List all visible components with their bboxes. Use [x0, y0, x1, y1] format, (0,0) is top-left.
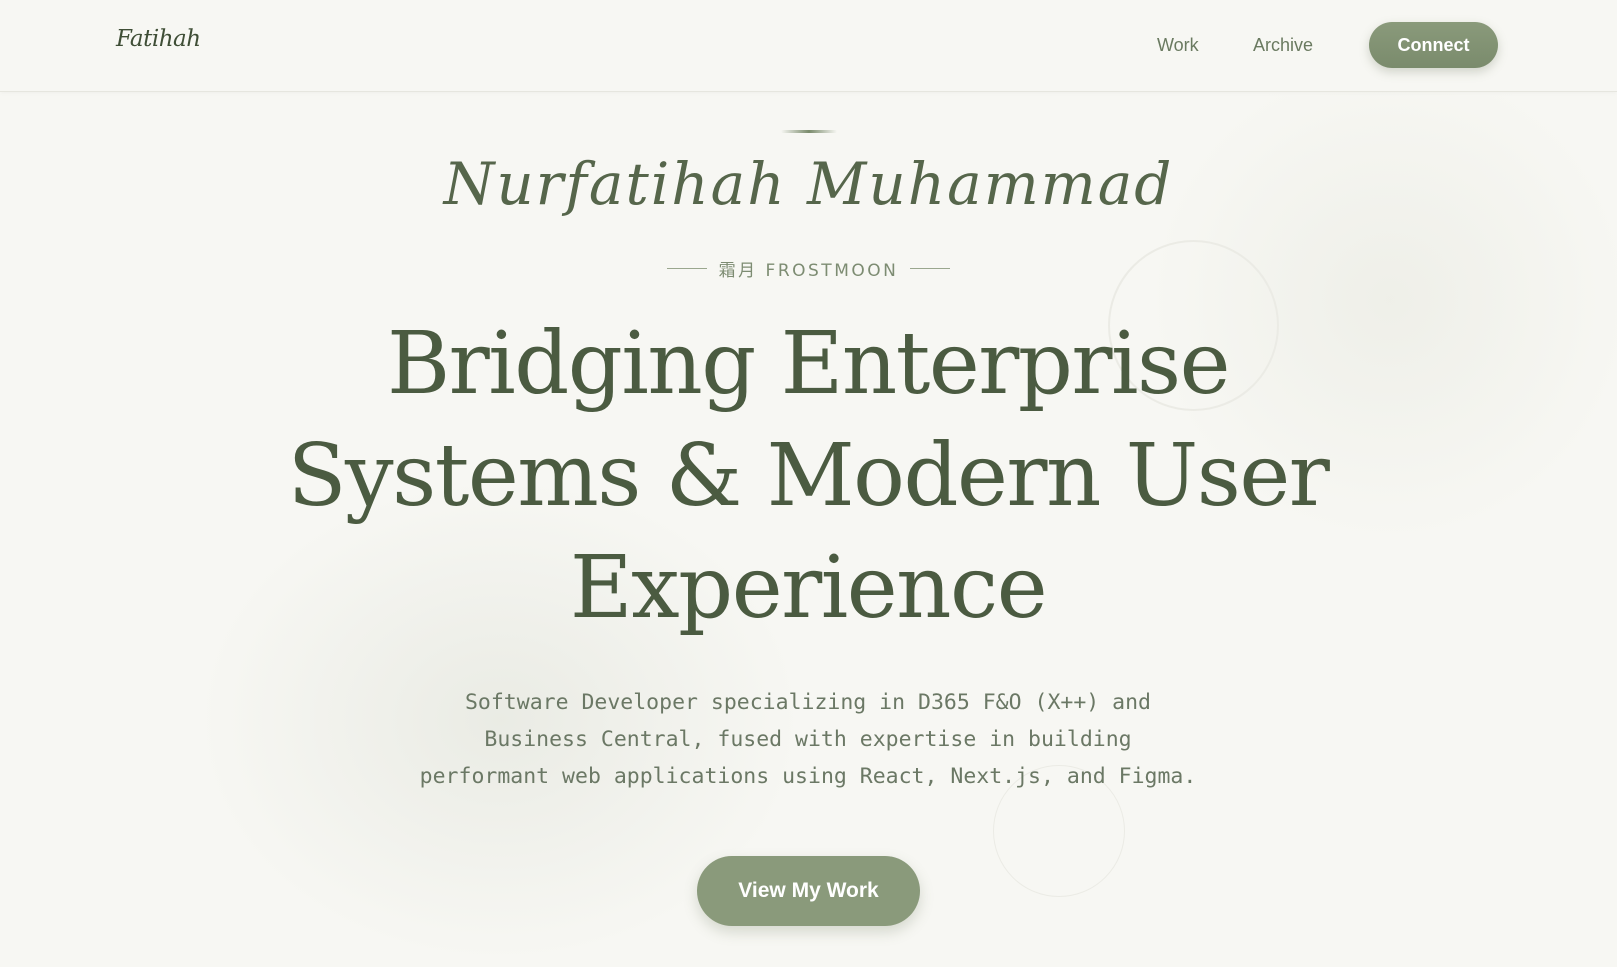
nav-link-archive[interactable]: Archive [1253, 35, 1313, 56]
description-line: Business Central, fused with expertise i… [484, 727, 1132, 752]
nav-link-work[interactable]: Work [1157, 35, 1199, 56]
site-header: Fatihah Work Archive Connect [0, 0, 1617, 92]
headline-line: Bridging Enterprise [386, 314, 1231, 414]
description-line: Software Developer specializing in D365 … [464, 690, 1152, 715]
subtitle-line-right [910, 268, 951, 269]
headline-line: Experience [569, 538, 1048, 638]
connect-button[interactable]: Connect [1369, 22, 1498, 68]
hero-description: Software Developer specializing in D365 … [358, 684, 1258, 795]
signature-name: Nurfatihah Muhammad [443, 150, 1174, 218]
subtitle-line-left [666, 268, 707, 269]
subtitle-frostmoon: 霜月 FROSTMOON [718, 261, 899, 281]
hero-headline: Bridging Enterprise Systems & Modern Use… [258, 308, 1358, 644]
headline-line: Systems & Modern User [287, 426, 1330, 526]
site-logo[interactable]: Fatihah [116, 26, 201, 52]
subtitle-row: 霜月 FROSTMOON [0, 256, 1617, 281]
decorative-top-bar [781, 130, 837, 133]
description-line: performant web applications using React,… [419, 764, 1197, 789]
view-my-work-button[interactable]: View My Work [697, 856, 920, 926]
